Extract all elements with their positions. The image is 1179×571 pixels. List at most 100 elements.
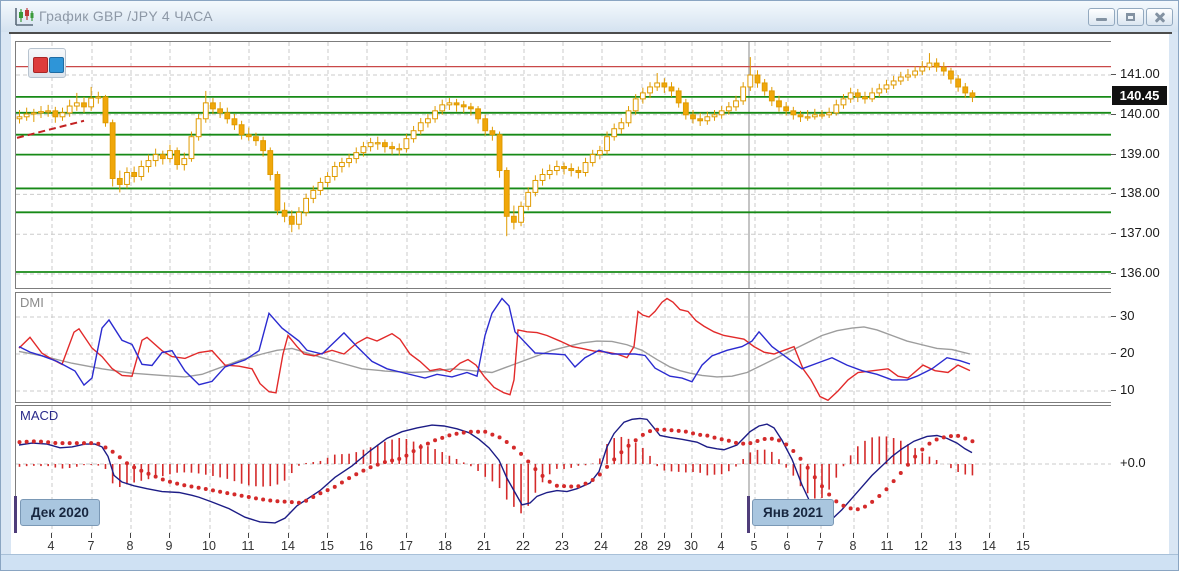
month-label-jan: Янв 2021: [752, 499, 834, 526]
time-axis-tick: [288, 533, 289, 538]
axis-tick: [1111, 154, 1116, 155]
time-axis-tick: [209, 533, 210, 538]
time-tick-label: 30: [684, 539, 698, 553]
time-tick-label: 15: [320, 539, 334, 553]
time-tick-label: 15: [1016, 539, 1030, 553]
time-axis-tick: [853, 533, 854, 538]
titlebar[interactable]: График GBP /JPY 4 ЧАСА: [1, 1, 1178, 32]
time-axis-tick: [366, 533, 367, 538]
month-label-dec: Дек 2020: [20, 499, 100, 526]
time-tick-label: 4: [48, 539, 55, 553]
time-tick-label: 16: [359, 539, 373, 553]
price-axis: 140.45 +0.0 141.00140.00139.00138.00137.…: [1111, 34, 1169, 554]
time-axis-tick: [248, 533, 249, 538]
red-square-button[interactable]: [33, 57, 48, 73]
dmi-tick-label: 20: [1120, 345, 1134, 360]
time-axis-tick: [989, 533, 990, 538]
dmi-tick-label: 30: [1120, 308, 1134, 323]
time-tick-label: 17: [399, 539, 413, 553]
macd-zero-label: +0.0: [1120, 455, 1146, 470]
time-tick-label: 24: [594, 539, 608, 553]
time-axis-tick: [1023, 533, 1024, 538]
time-axis-tick: [91, 533, 92, 538]
time-axis-tick: [51, 533, 52, 538]
price-tick-label: 136.00: [1120, 265, 1160, 280]
dmi-tick-label: 10: [1120, 382, 1134, 397]
price-panel[interactable]: [15, 41, 1113, 289]
time-axis-tick: [887, 533, 888, 538]
window-title: График GBP /JPY 4 ЧАСА: [39, 8, 213, 24]
dmi-chart-canvas[interactable]: [16, 293, 1112, 402]
dmi-label: DMI: [20, 295, 44, 310]
time-tick-label: 10: [202, 539, 216, 553]
bottom-strip: [1, 554, 1178, 571]
time-axis-tick: [921, 533, 922, 538]
time-axis-tick: [820, 533, 821, 538]
close-button[interactable]: [1146, 8, 1173, 26]
time-axis-tick: [601, 533, 602, 538]
macd-chart-canvas[interactable]: [16, 406, 1112, 533]
time-axis-tick: [523, 533, 524, 538]
time-tick-label: 29: [657, 539, 671, 553]
current-price-tag: 140.45: [1112, 86, 1167, 105]
dmi-panel[interactable]: DMI: [15, 292, 1113, 403]
time-tick-label: 4: [718, 539, 725, 553]
time-axis-tick: [721, 533, 722, 538]
time-tick-label: 11: [881, 539, 894, 553]
time-tick-label: 14: [281, 539, 295, 553]
time-tick-label: 9: [166, 539, 173, 553]
time-axis-tick: [754, 533, 755, 538]
restore-button[interactable]: [1117, 8, 1144, 26]
time-tick-label: 21: [477, 539, 491, 553]
time-axis-tick: [327, 533, 328, 538]
axis-tick: [1111, 193, 1116, 194]
axis-tick: [1111, 390, 1116, 391]
price-tick-label: 140.00: [1120, 106, 1160, 121]
minimize-icon: [1096, 18, 1107, 21]
time-axis-tick: [130, 533, 131, 538]
time-tick-label: 13: [948, 539, 962, 553]
chart-mini-toolbar: [28, 48, 66, 78]
time-tick-label: 7: [88, 539, 95, 553]
time-tick-label: 11: [242, 539, 255, 553]
macd-label: MACD: [20, 408, 58, 423]
price-tick-label: 139.00: [1120, 146, 1160, 161]
time-axis-tick: [562, 533, 563, 538]
month-separator-dec: [14, 496, 17, 533]
blue-square-button[interactable]: [49, 57, 64, 73]
axis-tick: [1111, 273, 1116, 274]
time-tick-label: 18: [438, 539, 452, 553]
macd-panel[interactable]: MACD: [15, 405, 1113, 534]
time-tick-label: 7: [817, 539, 824, 553]
price-chart-canvas[interactable]: [16, 42, 1112, 288]
restore-icon: [1126, 13, 1135, 21]
price-tick-label: 138.00: [1120, 185, 1160, 200]
axis-tick: [1111, 316, 1116, 317]
chart-window: График GBP /JPY 4 ЧАСА DMI MACD Дек 2020…: [0, 0, 1179, 571]
month-separator-jan: [747, 496, 750, 533]
time-tick-label: 28: [634, 539, 648, 553]
time-axis: 4 7 8 9 10 11 14 15 16 17 18 21 22 23 24 28 29 30 4 5 6 7 8 11 1…: [15, 533, 1111, 554]
axis-tick: [1111, 74, 1116, 75]
candlestick-chart-icon: [13, 6, 35, 28]
time-tick-label: 6: [784, 539, 791, 553]
time-axis-tick: [484, 533, 485, 538]
time-axis-tick: [664, 533, 665, 538]
axis-tick: [1111, 353, 1116, 354]
axis-tick: [1111, 114, 1116, 115]
time-axis-tick: [169, 533, 170, 538]
time-tick-label: 22: [516, 539, 530, 553]
minimize-button[interactable]: [1088, 8, 1115, 26]
time-axis-tick: [787, 533, 788, 538]
time-tick-label: 23: [555, 539, 569, 553]
time-axis-tick: [955, 533, 956, 538]
time-axis-tick: [641, 533, 642, 538]
time-axis-tick: [691, 533, 692, 538]
time-tick-label: 8: [127, 539, 134, 553]
time-tick-label: 5: [751, 539, 758, 553]
axis-tick: [1111, 233, 1116, 234]
price-tick-label: 141.00: [1120, 66, 1160, 81]
time-tick-label: 14: [982, 539, 996, 553]
time-tick-label: 8: [850, 539, 857, 553]
time-axis-tick: [445, 533, 446, 538]
